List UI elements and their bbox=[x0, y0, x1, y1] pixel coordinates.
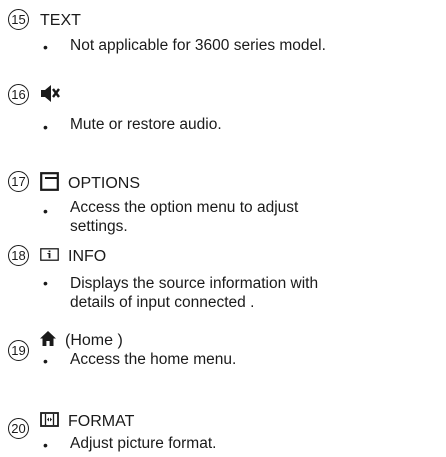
item-label: TEXT bbox=[40, 12, 81, 29]
info-icon bbox=[40, 248, 59, 266]
format-icon bbox=[40, 412, 59, 432]
item-label: INFO bbox=[68, 248, 107, 265]
item-heading: FORMAT bbox=[40, 412, 134, 432]
item-number: 20 bbox=[8, 418, 29, 439]
home-icon bbox=[40, 331, 56, 351]
bullet: • bbox=[43, 39, 48, 55]
item-number: 16 bbox=[8, 84, 29, 105]
item-description: Displays the source information with det… bbox=[70, 274, 318, 312]
description-line: Displays the source information with bbox=[70, 275, 319, 292]
bullet: • bbox=[43, 203, 48, 219]
item-label: (Home ) bbox=[65, 332, 123, 349]
bullet: • bbox=[43, 119, 48, 135]
item-number: 17 bbox=[8, 171, 29, 192]
item-heading: INFO bbox=[40, 248, 106, 266]
item-label: FORMAT bbox=[68, 413, 135, 430]
bullet: • bbox=[43, 437, 48, 453]
description-line: settings. bbox=[70, 218, 128, 235]
item-label: OPTIONS bbox=[68, 175, 141, 192]
options-icon bbox=[40, 172, 59, 196]
description-line: details of input connected . bbox=[70, 294, 255, 311]
item-description: Adjust picture format. bbox=[70, 435, 217, 452]
item-heading: OPTIONS bbox=[40, 172, 140, 196]
item-heading: (Home ) bbox=[40, 331, 123, 351]
description-line: Access the option menu to adjust bbox=[70, 199, 299, 216]
item-number: 15 bbox=[8, 9, 29, 30]
item-description: Mute or restore audio. bbox=[70, 116, 222, 133]
item-heading: TEXT bbox=[40, 12, 81, 30]
bullet: • bbox=[43, 275, 48, 291]
item-heading bbox=[40, 85, 69, 107]
item-number: 18 bbox=[8, 245, 29, 266]
item-description: Access the option menu to adjust setting… bbox=[70, 198, 298, 236]
bullet: • bbox=[43, 353, 48, 369]
mute-icon bbox=[40, 85, 60, 107]
item-description: Access the home menu. bbox=[70, 351, 237, 368]
item-number: 19 bbox=[8, 340, 29, 361]
item-description: Not applicable for 3600 series model. bbox=[70, 37, 326, 54]
